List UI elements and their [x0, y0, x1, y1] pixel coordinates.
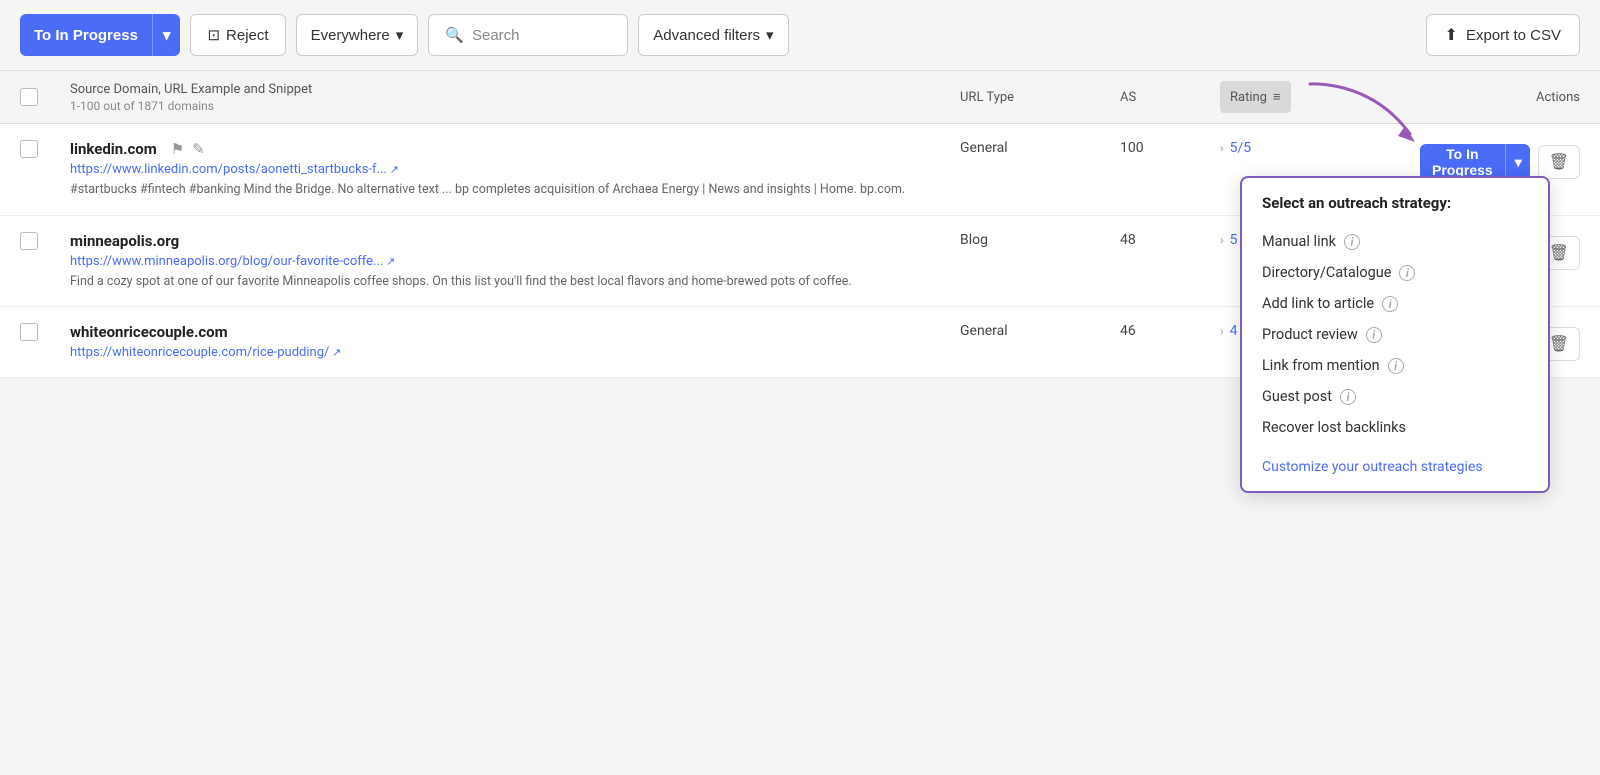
- source-col-label: Source Domain, URL Example and Snippet: [70, 82, 960, 97]
- domain-count: 1-100 out of 1871 domains: [70, 99, 960, 113]
- domain-url[interactable]: https://www.minneapolis.org/blog/our-fav…: [70, 254, 960, 269]
- reject-icon: ⊡: [207, 26, 220, 44]
- export-icon: ⬆: [1445, 25, 1458, 45]
- outreach-product-review-label: Product review: [1262, 326, 1358, 343]
- outreach-add-link-label: Add link to article: [1262, 295, 1374, 312]
- row-to-in-progress-caret[interactable]: ▾: [1505, 144, 1530, 180]
- row-checkbox[interactable]: [20, 232, 70, 250]
- outreach-strategy-dropdown: Select an outreach strategy: Manual link…: [1240, 176, 1550, 493]
- header-checkbox-col: [20, 88, 70, 106]
- search-icon: 🔍: [445, 26, 464, 44]
- outreach-recover-backlinks[interactable]: Recover lost backlinks: [1262, 412, 1528, 443]
- manual-link-info-icon[interactable]: i: [1344, 234, 1360, 250]
- reject-label: Reject: [226, 27, 269, 44]
- link-mention-info-icon[interactable]: i: [1388, 358, 1404, 374]
- advanced-filters-dropdown[interactable]: Advanced filters ▾: [638, 14, 788, 56]
- outreach-guest-post[interactable]: Guest post i: [1262, 381, 1528, 412]
- as-value: 100: [1120, 140, 1220, 156]
- domain-info: minneapolis.org https://www.minneapolis.…: [70, 232, 960, 291]
- row-actions: To In Progress ▾ 🗑: [1420, 140, 1580, 180]
- row-checkbox[interactable]: [20, 323, 70, 341]
- outreach-manual-link[interactable]: Manual link i: [1262, 226, 1528, 257]
- product-review-info-icon[interactable]: i: [1366, 327, 1382, 343]
- row-to-in-progress-label: To In Progress: [1420, 144, 1505, 180]
- as-value: 48: [1120, 232, 1220, 248]
- bookmark-icon[interactable]: ⚑: [171, 140, 184, 158]
- select-all-checkbox[interactable]: [20, 88, 38, 106]
- to-in-progress-button[interactable]: To In Progress ▾: [20, 14, 180, 56]
- toolbar: To In Progress ▾ ⊡ Reject Everywhere ▾ 🔍…: [0, 0, 1600, 71]
- filter-icon[interactable]: ≡: [1273, 89, 1281, 105]
- outreach-add-link[interactable]: Add link to article i: [1262, 288, 1528, 319]
- domain-info: whiteonricecouple.com https://whiteonric…: [70, 323, 960, 360]
- domain-snippet: #startbucks #fintech #banking Mind the B…: [70, 181, 960, 199]
- row-to-in-progress-button[interactable]: To In Progress ▾: [1420, 144, 1530, 180]
- export-csv-button[interactable]: ⬆ Export to CSV: [1426, 14, 1580, 56]
- rating-cell: › 5/5: [1220, 140, 1420, 156]
- domain-url[interactable]: https://www.linkedin.com/posts/aonetti_s…: [70, 162, 960, 177]
- delete-icon: 🗑: [1549, 154, 1569, 171]
- to-in-progress-caret[interactable]: ▾: [152, 14, 181, 56]
- domain-url[interactable]: https://whiteonricecouple.com/rice-puddi…: [70, 345, 960, 360]
- table-row: linkedin.com ⚑ ✎ https://www.linkedin.co…: [0, 124, 1600, 216]
- outreach-directory-label: Directory/Catalogue: [1262, 264, 1391, 281]
- export-label: Export to CSV: [1466, 27, 1561, 44]
- as-value: 46: [1120, 323, 1220, 339]
- search-button[interactable]: 🔍 Search: [428, 14, 628, 56]
- outreach-title: Select an outreach strategy:: [1262, 194, 1528, 212]
- search-label: Search: [472, 27, 520, 44]
- domain-name: linkedin.com: [70, 140, 157, 158]
- row-checkbox[interactable]: [20, 140, 70, 158]
- rating-col-header[interactable]: Rating ≡: [1220, 81, 1420, 113]
- as-col-header: AS: [1120, 90, 1220, 105]
- domain-snippet: Find a cozy spot at one of our favorite …: [70, 273, 960, 291]
- rating-value: 5: [1230, 232, 1238, 248]
- rating-value: 4: [1230, 323, 1238, 339]
- outreach-guest-post-label: Guest post: [1262, 388, 1332, 405]
- url-type: General: [960, 323, 1120, 339]
- rating-chevron: ›: [1220, 233, 1224, 247]
- outreach-directory[interactable]: Directory/Catalogue i: [1262, 257, 1528, 288]
- outreach-link-mention-label: Link from mention: [1262, 357, 1380, 374]
- urltype-col-header: URL Type: [960, 90, 1120, 105]
- customize-strategies-link[interactable]: Customize your outreach strategies: [1262, 451, 1528, 475]
- rating-value: 5/5: [1230, 140, 1252, 156]
- outreach-manual-label: Manual link: [1262, 233, 1336, 250]
- source-col-header: Source Domain, URL Example and Snippet 1…: [70, 82, 960, 113]
- domain-name: whiteonricecouple.com: [70, 323, 960, 341]
- domain-name: minneapolis.org: [70, 232, 960, 250]
- outreach-link-from-mention[interactable]: Link from mention i: [1262, 350, 1528, 381]
- actions-col-header: Actions: [1420, 90, 1580, 105]
- chevron-down-icon: ▾: [766, 26, 774, 44]
- advanced-filters-label: Advanced filters: [653, 27, 760, 44]
- domain-info: linkedin.com ⚑ ✎ https://www.linkedin.co…: [70, 140, 960, 199]
- everywhere-dropdown[interactable]: Everywhere ▾: [296, 14, 419, 56]
- chevron-down-icon: ▾: [396, 26, 404, 44]
- outreach-recover-label: Recover lost backlinks: [1262, 419, 1406, 436]
- row-delete-button[interactable]: 🗑: [1538, 145, 1580, 179]
- delete-icon: 🗑: [1549, 336, 1569, 353]
- to-in-progress-label: To In Progress: [20, 14, 152, 56]
- delete-icon: 🗑: [1549, 245, 1569, 262]
- everywhere-label: Everywhere: [311, 27, 390, 44]
- rating-col-label[interactable]: Rating ≡: [1220, 81, 1291, 113]
- url-type: General: [960, 140, 1120, 156]
- url-type: Blog: [960, 232, 1120, 248]
- chevron-down-icon: ▾: [163, 26, 171, 44]
- directory-info-icon[interactable]: i: [1399, 265, 1415, 281]
- domain-icons: ⚑ ✎: [171, 140, 205, 158]
- table-header: Source Domain, URL Example and Snippet 1…: [0, 71, 1600, 124]
- edit-icon[interactable]: ✎: [192, 140, 205, 158]
- outreach-product-review[interactable]: Product review i: [1262, 319, 1528, 350]
- guest-post-info-icon[interactable]: i: [1340, 389, 1356, 405]
- rating-chevron: ›: [1220, 324, 1224, 338]
- rating-chevron: ›: [1220, 141, 1224, 155]
- reject-button[interactable]: ⊡ Reject: [190, 14, 285, 56]
- add-link-info-icon[interactable]: i: [1382, 296, 1398, 312]
